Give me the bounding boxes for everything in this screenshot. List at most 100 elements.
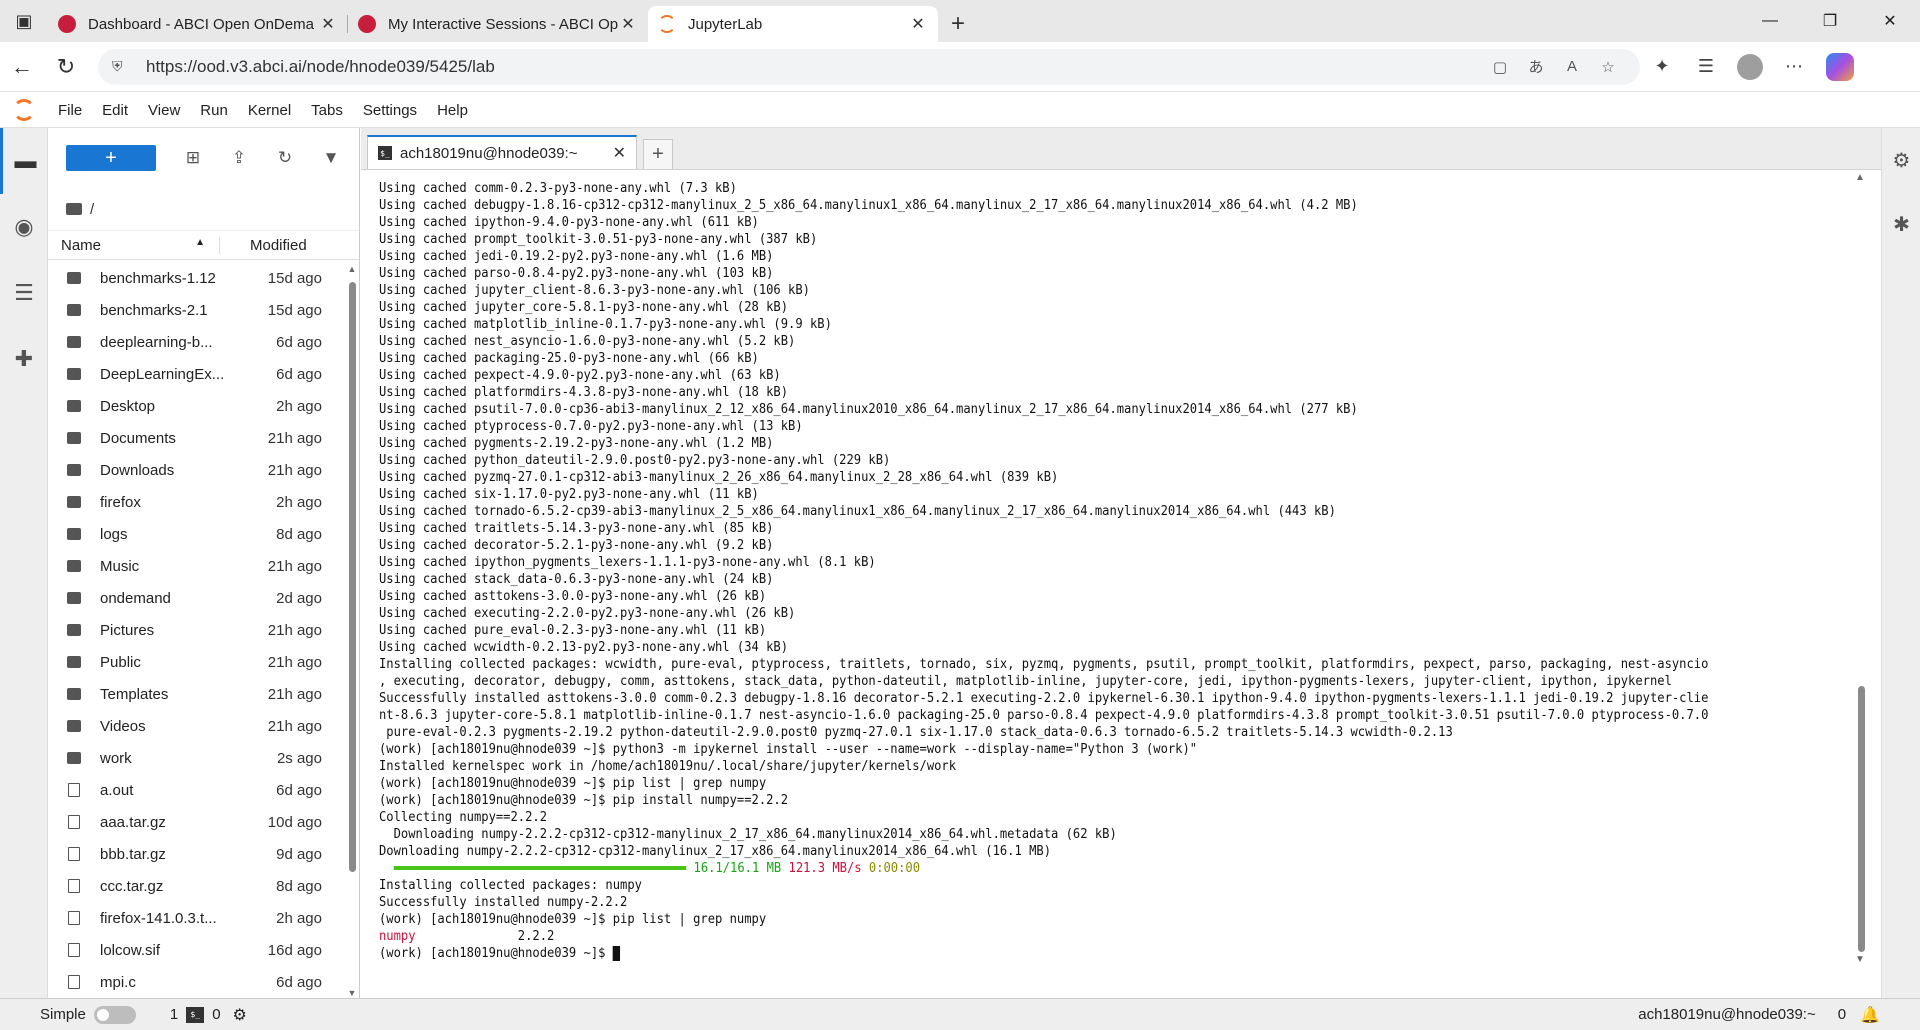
column-name[interactable]: Name ▲ [48,236,220,254]
browser-tab-dashboard[interactable]: Dashboard - ABCI Open OnDema ✕ [48,6,348,42]
more-menu-icon[interactable]: ⋯ [1772,56,1816,77]
menu-tabs[interactable]: Tabs [301,93,353,128]
minimize-icon[interactable]: — [1740,0,1800,42]
property-inspector-gear-icon[interactable]: ⚙ [1882,128,1920,192]
file-list-item[interactable]: DeepLearningEx... 6d ago [48,358,344,390]
file-list-item[interactable]: firefox 2h ago [48,486,344,518]
scroll-down-icon[interactable]: ▼ [1855,954,1865,965]
file-list-item[interactable]: Pictures 21h ago [48,614,344,646]
file-list-scrollbar[interactable]: ▲ ▼ [346,262,358,998]
scroll-up-icon[interactable]: ▲ [346,264,358,274]
sidebar-toggle-icon[interactable]: ▣ [0,0,48,42]
file-list-item[interactable]: logs 8d ago [48,518,344,550]
file-list-item[interactable]: ondemand 2d ago [48,582,344,614]
browser-tab-jupyterlab[interactable]: JupyterLab ✕ [648,6,938,42]
read-aloud-icon[interactable]: A [1554,58,1590,75]
terminal-line: Using cached traitlets-5.14.3-py3-none-a… [379,521,774,536]
file-list-item[interactable]: ccc.tar.gz 8d ago [48,870,344,902]
filter-icon[interactable]: ▼ [308,148,354,168]
file-list-item[interactable]: Music 21h ago [48,550,344,582]
file-list-item[interactable]: Desktop 2h ago [48,390,344,422]
close-tab-icon[interactable]: ✕ [618,14,638,34]
address-bar[interactable]: ⛨ https://ood.v3.abci.ai/node/hnode039/5… [98,48,1640,85]
bell-icon[interactable]: 🔔 [1860,1005,1880,1025]
clipboard-icon[interactable]: ▢ [1482,58,1518,76]
file-name: Public [100,653,141,671]
menu-view[interactable]: View [138,93,190,128]
close-tab-icon[interactable]: ✕ [908,14,928,34]
table-of-contents-icon[interactable]: ☰ [0,260,48,326]
terminal-line: Installing collected packages: wcwidth, … [379,657,1709,672]
file-list-item[interactable]: Downloads 21h ago [48,454,344,486]
file-list-item[interactable]: bbb.tar.gz 9d ago [48,838,344,870]
scrollbar-thumb[interactable] [1858,686,1865,952]
file-list-item[interactable]: Videos 21h ago [48,710,344,742]
folder-icon [67,592,81,604]
menu-file[interactable]: File [48,93,92,128]
terminal-icon: $_ [186,1006,205,1023]
extension-puzzle-icon[interactable]: ✚ [0,326,48,392]
reload-icon[interactable]: ↻ [44,47,88,87]
debugger-bug-icon[interactable]: ✱ [1882,192,1920,256]
close-icon[interactable]: ✕ [613,143,626,163]
add-tab-button[interactable]: + [643,139,673,169]
notification-count[interactable]: 0 [1838,1006,1846,1023]
menu-run[interactable]: Run [190,93,238,128]
back-icon[interactable]: ← [0,47,44,87]
menu-settings[interactable]: Settings [353,93,427,128]
upload-icon[interactable]: ⇪ [216,148,262,168]
terminal-scrollbar[interactable]: ▲ ▼ [1855,170,1867,970]
file-list-item[interactable]: firefox-141.0.3.t... 2h ago [48,902,344,934]
terminal-count[interactable]: 0 [212,1006,220,1023]
favorites-icon[interactable]: ☰ [1684,56,1728,77]
copilot-icon[interactable] [1826,52,1854,81]
file-list-item[interactable]: aaa.tar.gz 10d ago [48,806,344,838]
file-list-item[interactable]: deeplearning-b... 6d ago [48,326,344,358]
terminal-line: Using cached stack_data-0.6.3-py3-none-a… [379,572,774,587]
home-folder-icon[interactable] [66,203,82,215]
terminal-view[interactable]: Using cached comm-0.2.3-py3-none-any.whl… [361,170,1881,998]
file-list-item[interactable]: benchmarks-1.12 15d ago [48,262,344,294]
simple-mode-toggle[interactable] [93,1005,136,1024]
menu-kernel[interactable]: Kernel [238,93,301,128]
scroll-down-icon[interactable]: ▼ [346,988,358,998]
file-list-item[interactable]: Documents 21h ago [48,422,344,454]
translate-icon[interactable]: あ [1518,56,1554,77]
menu-help[interactable]: Help [427,93,478,128]
profile-avatar[interactable] [1737,53,1763,80]
kernel-status-icon[interactable]: ⚙ [233,1005,247,1025]
file-list-item[interactable]: Templates 21h ago [48,678,344,710]
file-icon [68,943,80,957]
file-list-item[interactable]: mpi.c 6d ago [48,966,344,998]
extensions-icon[interactable]: ✦ [1640,56,1684,77]
browser-tab-sessions[interactable]: My Interactive Sessions - ABCI Op ✕ [348,6,648,42]
file-list-item[interactable]: Public 21h ago [48,646,344,678]
breadcrumb-root[interactable]: / [90,201,94,218]
new-launcher-button[interactable]: + [66,145,156,171]
kernel-count[interactable]: 1 [170,1006,178,1023]
file-modified: 21h ago [267,557,322,575]
file-list-item[interactable]: a.out 6d ago [48,774,344,806]
file-list-item[interactable]: work 2s ago [48,742,344,774]
new-tab-button[interactable]: + [938,6,978,42]
menu-edit[interactable]: Edit [92,93,138,128]
file-modified: 21h ago [267,685,322,703]
column-modified[interactable]: Modified [220,237,307,254]
refresh-icon[interactable]: ↻ [262,148,308,168]
file-list-item[interactable]: benchmarks-2.1 15d ago [48,294,344,326]
scrollbar-thumb[interactable] [349,282,356,872]
close-window-icon[interactable]: ✕ [1860,0,1920,42]
favorite-star-icon[interactable]: ☆ [1590,58,1626,76]
folder-icon[interactable]: ▬ [0,128,48,194]
running-sessions-icon[interactable]: ◉ [0,194,48,260]
close-tab-icon[interactable]: ✕ [318,14,338,34]
tab-terminal[interactable]: $_ ach18019nu@hnode039:~ ✕ [367,135,637,169]
new-folder-icon[interactable]: ⊞ [170,148,216,168]
restore-icon[interactable]: ❐ [1800,0,1860,42]
folder-icon [67,400,81,412]
site-info-icon[interactable]: ⛨ [112,58,136,75]
file-name: aaa.tar.gz [100,813,166,831]
status-right: ach18019nu@hnode039:~ 0 🔔 [1638,1005,1880,1025]
scroll-up-icon[interactable]: ▲ [1855,172,1865,183]
file-list-item[interactable]: lolcow.sif 16d ago [48,934,344,966]
